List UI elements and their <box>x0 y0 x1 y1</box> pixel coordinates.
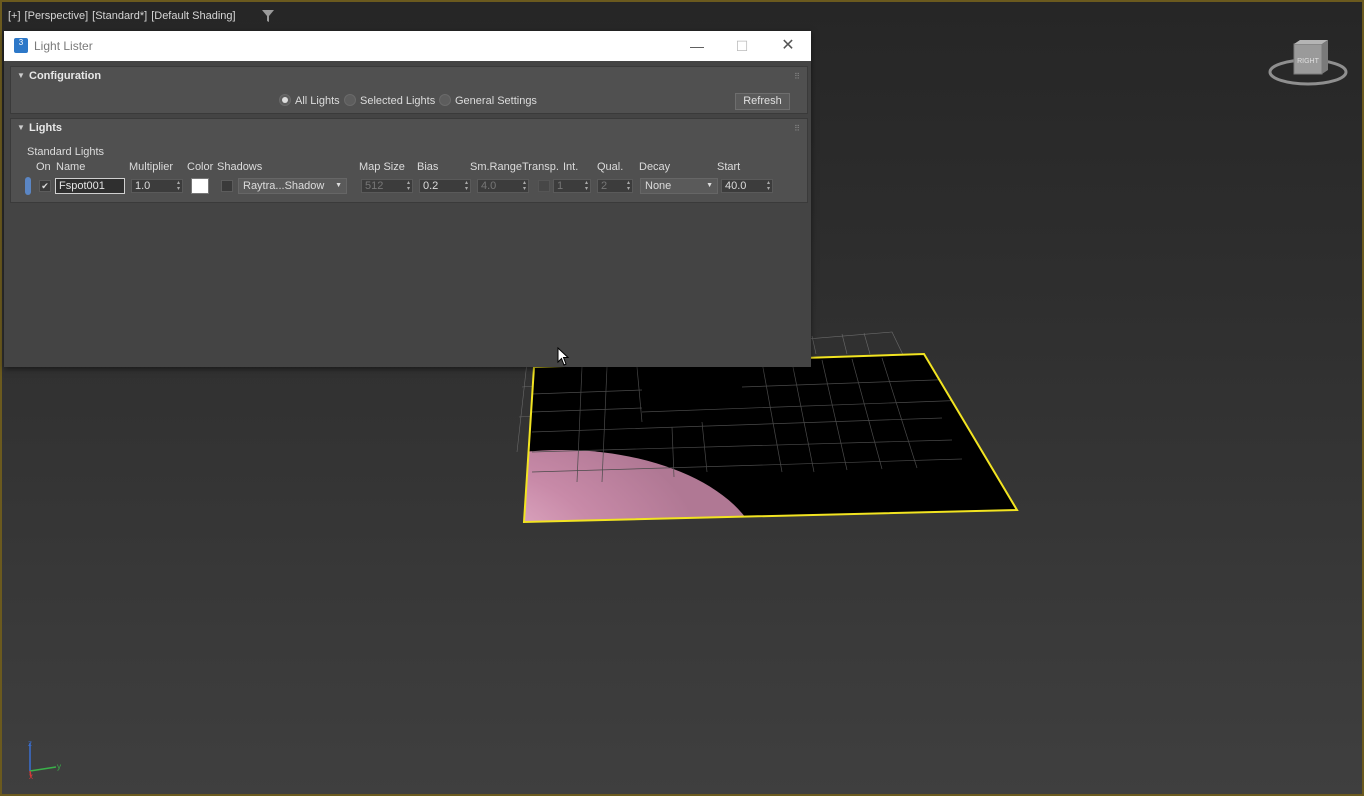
viewport-shading[interactable]: [Default Shading] <box>151 10 235 22</box>
decay-dropdown[interactable]: None <box>640 178 718 194</box>
header-name: Name <box>56 161 86 173</box>
light-lister-window[interactable]: 3 Light Lister — ☐ ✕ ▼ Configuration ⠿ A… <box>4 31 811 367</box>
light-name-field[interactable]: Fspot001 <box>55 178 125 194</box>
header-transp: Transp. <box>522 161 559 173</box>
bias-spinner[interactable]: 0.2 <box>419 179 471 193</box>
header-multiplier: Multiplier <box>129 161 174 173</box>
qual-spinner[interactable]: 2 <box>597 179 633 193</box>
map-size-spinner[interactable]: 512 <box>361 179 413 193</box>
collapse-arrow-icon[interactable]: ▼ <box>17 71 25 80</box>
app-logo-icon: 3 <box>14 38 28 53</box>
radio-selected-lights[interactable]: Selected Lights <box>344 94 435 107</box>
lights-title[interactable]: Lights <box>29 122 62 134</box>
radio-selected-icon[interactable] <box>279 94 291 106</box>
mouse-cursor-icon <box>557 347 570 366</box>
color-swatch[interactable] <box>191 178 209 194</box>
viewport-standard[interactable]: [Standard*] <box>92 10 147 22</box>
viewport-menu-plus[interactable]: [+] <box>8 10 21 22</box>
grip-icon[interactable]: ⠿ <box>794 72 800 81</box>
start-spinner[interactable]: 40.0 <box>721 179 773 193</box>
standard-lights-label: Standard Lights <box>27 146 105 158</box>
minimize-button[interactable]: — <box>687 37 707 55</box>
window-titlebar[interactable]: 3 Light Lister — ☐ ✕ <box>4 31 811 61</box>
header-bias: Bias <box>417 161 439 173</box>
window-title: Light Lister <box>34 39 93 53</box>
viewcube-face-label: RIGHT <box>1297 58 1320 65</box>
header-on: On <box>36 161 51 173</box>
light-select-handle[interactable] <box>25 177 31 195</box>
svg-text:z: z <box>28 739 32 748</box>
light-row[interactable]: ✔ Fspot001 1.0 Raytra...Shadow 512 0.2 4… <box>11 177 801 195</box>
header-qual: Qual. <box>597 161 624 173</box>
int-spinner[interactable]: 1 <box>553 179 591 193</box>
header-color: Color <box>187 161 214 173</box>
radio-empty-icon[interactable] <box>439 94 451 106</box>
configuration-rollout: ▼ Configuration ⠿ All Lights Selected Li… <box>10 66 808 114</box>
lights-rollout: ▼ Lights ⠿ Standard Lights On Name Multi… <box>10 118 808 203</box>
multiplier-spinner[interactable]: 1.0 <box>131 179 183 193</box>
configuration-title[interactable]: Configuration <box>29 70 101 82</box>
header-start: Start <box>717 161 741 173</box>
viewcube[interactable]: RIGHT <box>1266 38 1350 97</box>
radio-empty-icon[interactable] <box>344 94 356 106</box>
refresh-button[interactable]: Refresh <box>735 93 790 110</box>
shadow-type-dropdown[interactable]: Raytra...Shadow <box>238 178 347 194</box>
shadows-checkbox[interactable] <box>221 180 233 192</box>
viewport-point-of-view[interactable]: [Perspective] <box>25 10 89 22</box>
collapse-arrow-icon[interactable]: ▼ <box>17 123 25 132</box>
header-shadows: Shadows <box>217 161 263 173</box>
radio-general-settings[interactable]: General Settings <box>439 94 537 107</box>
radio-all-lights[interactable]: All Lights <box>279 94 340 107</box>
sm-range-spinner[interactable]: 4.0 <box>477 179 529 193</box>
header-map-size: Map Size <box>359 161 405 173</box>
svg-text:x: x <box>29 772 33 781</box>
light-on-checkbox[interactable]: ✔ <box>39 180 51 192</box>
close-button[interactable]: ✕ <box>778 37 798 55</box>
header-sm-range: Sm.Range <box>470 161 522 173</box>
maximize-button[interactable]: ☐ <box>732 37 752 55</box>
header-int: Int. <box>563 161 579 173</box>
header-decay: Decay <box>639 161 671 173</box>
grip-icon[interactable]: ⠿ <box>794 124 800 133</box>
transp-checkbox[interactable] <box>538 180 550 192</box>
spotlight-pool <box>524 450 762 522</box>
axis-tripod-icon: z y x <box>28 739 61 781</box>
viewport-label[interactable]: [+] [Perspective] [Standard*] [Default Shad… <box>8 10 240 22</box>
filter-icon[interactable] <box>262 10 274 22</box>
svg-text:y: y <box>57 762 61 771</box>
